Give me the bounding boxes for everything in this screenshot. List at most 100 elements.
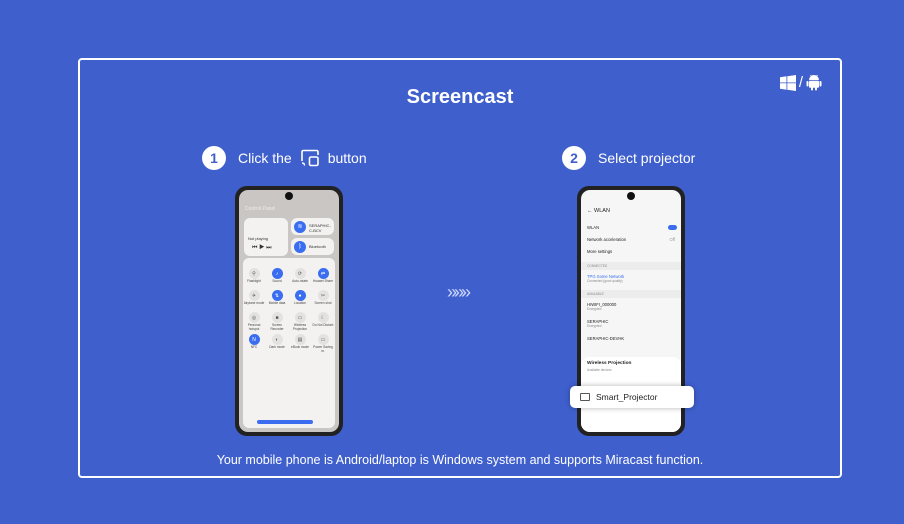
- quick-toggle[interactable]: ⟳ Auto-rotate: [289, 268, 311, 284]
- dialog-subtitle: Available devices: [587, 368, 612, 372]
- page-title: Screencast: [406, 86, 514, 108]
- footer-note: Your mobile phone is Android/laptop is W…: [216, 453, 704, 467]
- quick-toggle[interactable]: ⚲ Flashlight: [243, 268, 265, 284]
- quick-toggle-icon: ●: [294, 290, 306, 301]
- quick-toggle-label: Auto-rotate: [292, 279, 308, 283]
- connected-network-row[interactable]: TPG Some Network Connected (good quality…: [587, 274, 675, 283]
- network-name: SERAPHIC-DEVHK: [587, 336, 625, 341]
- network-acceleration-label: Network acceleration: [587, 237, 627, 242]
- quick-toggle-label: eBook mode: [291, 345, 309, 349]
- quick-toggle-icon: ☾: [317, 312, 329, 323]
- quick-toggle[interactable]: N NFC: [243, 334, 265, 350]
- quick-toggle-icon: ⇄: [317, 268, 329, 279]
- step-1: 1 Click the button: [202, 146, 367, 170]
- quick-toggle-icon: N: [248, 334, 260, 345]
- quick-toggle-icon: ♪: [271, 268, 283, 279]
- available-section: AVAILABLE: [581, 290, 681, 298]
- network-acceleration-row[interactable]: Network acceleration Off: [587, 237, 675, 242]
- control-panel-screen: Control Panel Not playing ⏮ ▶ ⏭ ≋ SERAPH…: [239, 190, 339, 432]
- smart-projector-item[interactable]: Smart_Projector: [570, 386, 694, 408]
- smart-projector-label: Smart_Projector: [596, 392, 658, 402]
- quick-toggle[interactable]: ♪ Sound: [266, 268, 288, 284]
- quick-toggle[interactable]: ● Location: [289, 290, 311, 306]
- quick-toggle-icon: ⇅: [271, 290, 283, 301]
- control-panel-title: Control Panel: [245, 206, 276, 212]
- phone-camera: [285, 192, 293, 200]
- wlan-toggle[interactable]: [668, 225, 677, 230]
- quick-toggle-icon: ⟳: [294, 268, 306, 279]
- bluetooth-icon: ᛒ: [294, 240, 306, 253]
- android-icon: [806, 74, 822, 91]
- network-row[interactable]: SERAPHIC Encrypted: [587, 319, 675, 328]
- network-row[interactable]: SERAPHIC-DEVHK: [587, 336, 675, 341]
- step-2-number: 2: [562, 146, 586, 170]
- step-1-number: 1: [202, 146, 226, 170]
- media-tile: Not playing ⏮ ▶ ⏭: [244, 218, 288, 256]
- quick-toggle[interactable]: ◎ Personal hotspot: [243, 312, 265, 331]
- quick-toggle[interactable]: ⇄ Huawei Share: [312, 268, 334, 284]
- quick-toggle[interactable]: ☾ Do Not Disturb: [312, 312, 334, 328]
- brightness-slider[interactable]: [257, 420, 313, 424]
- phone-camera: [627, 192, 635, 200]
- quick-toggle-label: Location: [293, 301, 307, 305]
- network-row[interactable]: HIWIFI_000000 Encrypted: [587, 302, 675, 311]
- quick-toggle-label: Personal hotspot: [247, 323, 261, 331]
- os-separator: /: [798, 74, 803, 91]
- quick-toggle-label: Screen shot: [314, 301, 332, 305]
- quick-toggle-label: Huawei Share: [312, 279, 334, 283]
- quick-toggle-label: Do Not Disturb: [312, 323, 334, 327]
- projector-icon: [580, 393, 590, 401]
- dialog-title: Wireless Projection: [587, 361, 632, 366]
- quick-toggle-icon: ⚲: [248, 268, 260, 279]
- wlan-row: WLAN: [587, 225, 675, 230]
- wifi-tile: ≋ SERAPHIC-C-BCV: [291, 218, 334, 235]
- quick-toggle-label: Sound: [272, 279, 282, 283]
- wifi-icon: ≋: [294, 220, 306, 233]
- os-icons: /: [779, 74, 822, 91]
- quick-toggle[interactable]: ▭ Power Saving m.: [312, 334, 334, 353]
- media-status: Not playing: [248, 236, 269, 241]
- quick-toggle[interactable]: ✂ Screen shot: [312, 290, 334, 306]
- bluetooth-tile: ᛒ Bluetooth: [291, 238, 334, 255]
- quick-toggle[interactable]: ▤ eBook mode: [289, 334, 311, 350]
- quick-toggle-icon: ▭: [294, 312, 306, 323]
- quick-toggle-icon: ■: [271, 312, 283, 323]
- quick-toggle[interactable]: ■ Screen Recorder: [266, 312, 288, 331]
- quick-toggle[interactable]: ▭ Wireless Projection: [289, 312, 311, 331]
- network-status: Encrypted: [587, 307, 602, 311]
- network-status: Encrypted: [587, 324, 602, 328]
- quick-toggle-label: Mobile data: [268, 301, 286, 305]
- quick-toggle-label: Dark mode: [269, 345, 285, 349]
- wlan-label: WLAN: [587, 225, 600, 230]
- wireless-projection-icon: [300, 149, 319, 167]
- quick-toggle-icon: ◎: [248, 312, 260, 323]
- more-settings-label: More settings: [587, 249, 613, 254]
- quick-toggle[interactable]: ◐ Dark mode: [266, 334, 288, 350]
- phone-control-panel: Control Panel Not playing ⏮ ▶ ⏭ ≋ SERAPH…: [235, 186, 343, 436]
- arrows-icon: »»»: [447, 282, 471, 302]
- quick-toggle-label: Screen Recorder: [270, 323, 284, 331]
- quick-toggle-icon: ▭: [317, 334, 329, 345]
- quick-toggle-icon: ✈: [248, 290, 260, 301]
- step-1-text-before: Click the: [238, 150, 292, 166]
- step-2-text: Select projector: [598, 150, 696, 166]
- quick-toggle-icon: ✂: [317, 290, 329, 301]
- quick-toggle-label: Airplane mode: [243, 301, 265, 305]
- network-acceleration-value: Off: [669, 237, 675, 242]
- quick-toggle-label: Flashlight: [247, 279, 261, 283]
- quick-toggle[interactable]: ⇅ Mobile data: [266, 290, 288, 306]
- connected-network-status: Connected (good quality): [587, 279, 623, 283]
- step-2: 2 Select projector: [562, 146, 695, 170]
- connected-section: CONNECTED: [581, 262, 681, 270]
- wlan-header-text: WLAN: [594, 208, 610, 214]
- quick-toggle-icon: ◐: [271, 334, 283, 345]
- step-1-text-after: button: [327, 150, 367, 166]
- more-settings-row[interactable]: More settings: [587, 249, 675, 254]
- screencast-panel: Screencast / 1 Click the button 2 Select…: [78, 58, 842, 478]
- quick-toggle[interactable]: ✈ Airplane mode: [243, 290, 265, 306]
- quick-toggle-label: NFC: [250, 345, 258, 349]
- quick-toggle-label: Wireless Projection: [292, 323, 308, 331]
- windows-icon: [779, 74, 796, 91]
- media-controls-icon: ⏮ ▶ ⏭: [252, 245, 272, 251]
- wifi-label: SERAPHIC-C-BCV: [309, 223, 331, 233]
